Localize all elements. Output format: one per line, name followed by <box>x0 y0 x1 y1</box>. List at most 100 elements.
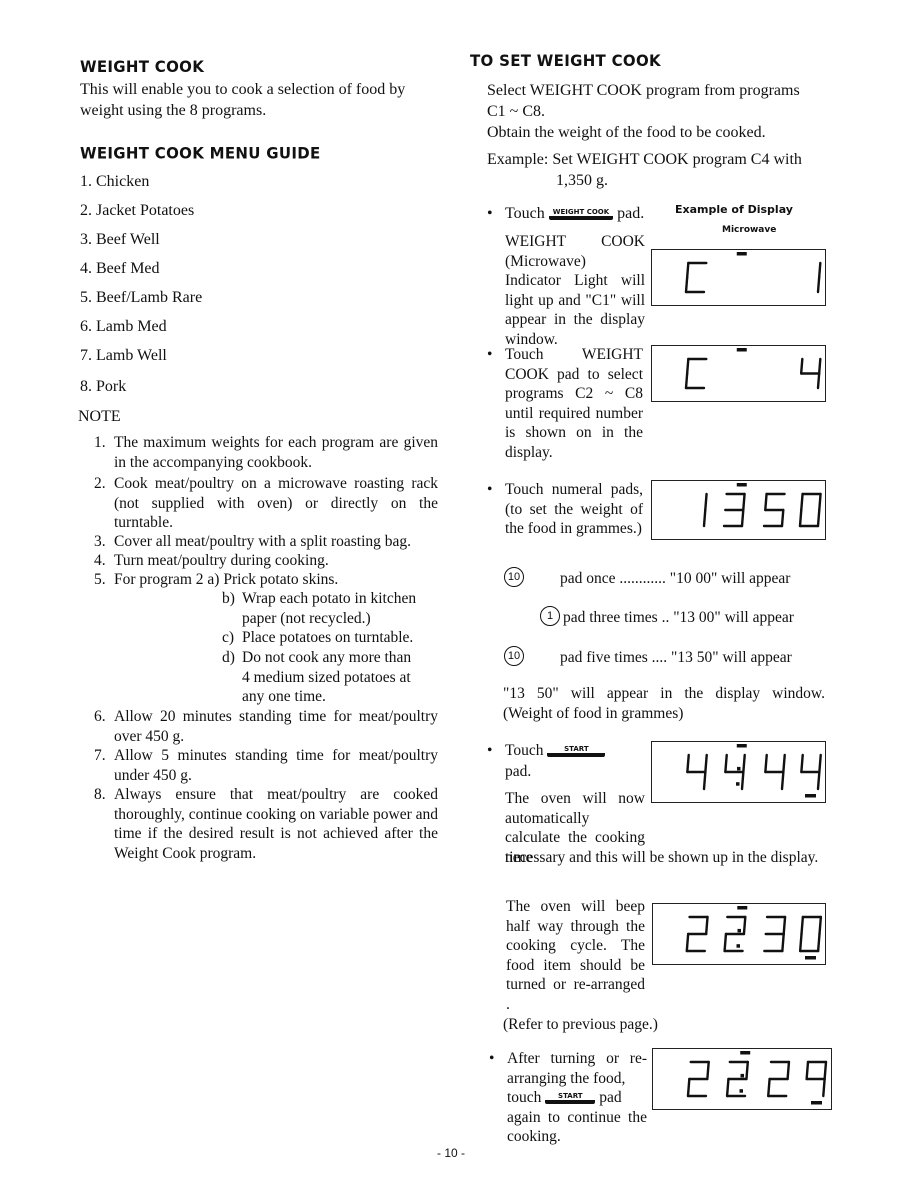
indicator-mark-top <box>736 348 747 352</box>
lcd-segment-f <box>764 753 768 774</box>
menu-label: Jacket Potatoes <box>96 202 195 219</box>
beep-text: The oven will beep half way through the … <box>506 898 645 1013</box>
lcd-segment-e <box>798 932 803 953</box>
lcd-segment-c <box>702 508 707 528</box>
lcd-segment-b <box>817 357 822 375</box>
lcd-segment-b <box>742 492 746 512</box>
colon-dot <box>739 1089 743 1093</box>
note-num: 6. <box>94 708 106 725</box>
lcd-segment-b <box>704 915 709 936</box>
lcd-segment-b <box>704 492 708 512</box>
menu-label: Chicken <box>96 173 150 190</box>
result-line-1: "13 50" will appear in the display windo… <box>503 685 825 702</box>
colon-dot <box>736 782 740 786</box>
menu-label: Lamb Well <box>96 347 167 364</box>
sub-text: Place potatoes on turntable. <box>242 629 414 646</box>
indicator-mark-bottom <box>811 1101 822 1105</box>
note-num: 3. <box>94 533 106 550</box>
note-item: 1. The maximum weights for each program a… <box>94 433 438 472</box>
pad-step-text: pad three times .. "13 00" will appear <box>563 609 794 626</box>
lcd-segment-b <box>782 915 787 936</box>
note-5-sub-item: b) Wrap each potato in kitchen paper (not… <box>222 589 442 628</box>
pad-step-text: pad once ............ "10 00" will appea… <box>560 570 791 587</box>
note-5-sub-item: c) Place potatoes on turntable. <box>222 628 442 648</box>
lcd-segment-b <box>742 753 746 774</box>
lcd-segment-f <box>685 261 690 279</box>
lcd-segment-f <box>799 357 804 375</box>
colon-dot <box>736 944 740 948</box>
lcd-segment-c <box>816 276 821 294</box>
menu-item: 1. Chicken <box>80 173 149 191</box>
weight-cook-heading: WEIGHT COOK <box>80 57 205 77</box>
lcd-segment-c <box>781 932 785 953</box>
result-text: "13 50" will appear in the display windo… <box>503 684 825 723</box>
intro-line-2: weight using the 8 programs. <box>80 102 267 119</box>
lcd-segment-c <box>740 508 745 528</box>
colon-dot <box>740 1073 744 1078</box>
note-item: 6. Allow 20 minutes standing time for mea… <box>94 707 438 746</box>
touch-text: Touch <box>505 742 544 759</box>
pad-text: pad <box>599 1089 622 1106</box>
lcd-segment-b <box>782 753 786 774</box>
step-4-touch: Touch START pad. <box>487 740 606 782</box>
indicator-mark-top <box>736 483 747 487</box>
lcd-segment-b <box>745 1060 750 1081</box>
lcd-segment-e <box>684 276 689 294</box>
indicator-mark-bottom <box>805 956 816 960</box>
example-of-display-caption: Example of Display <box>675 203 793 216</box>
menu-item: 6. Lamb Med <box>80 318 167 336</box>
lcd-segment-e <box>725 1077 730 1098</box>
menu-num: 1. <box>80 173 92 190</box>
pad-10-icon: 10 <box>504 567 524 587</box>
lcd-segment-b <box>818 915 823 936</box>
touch-text: touch <box>507 1089 542 1106</box>
lcd-segment-f <box>764 492 768 512</box>
menu-label: Beef Well <box>96 231 160 248</box>
select-line-2: C1 ~ C8. <box>487 103 545 120</box>
lcd-segment-c <box>816 372 821 390</box>
note-text: Allow 5 minutes standing time for meat/p… <box>114 747 438 784</box>
lcd-segment-e <box>767 1077 771 1098</box>
lcd-display-c4 <box>651 345 826 402</box>
lcd-segment-c <box>702 770 707 791</box>
pad-text: pad. <box>617 205 645 222</box>
note-item: 2. Cook meat/poultry on a microwave roast… <box>94 474 438 533</box>
menu-guide-heading: WEIGHT COOK MENU GUIDE <box>80 143 321 163</box>
touch-text: Touch <box>505 205 545 222</box>
note-text: For program 2 a) Prick potato skins. <box>114 571 339 588</box>
pad-text: pad. <box>505 763 532 780</box>
pad-10-icon: 10 <box>504 646 524 666</box>
menu-label: Lamb Med <box>96 318 167 335</box>
lcd-display-1350 <box>651 480 826 540</box>
to-set-weight-cook-heading: TO SET WEIGHT COOK <box>470 51 661 71</box>
note-item: 7. Allow 5 minutes standing time for meat… <box>94 746 438 785</box>
step-1-touch: Touch WEIGHT COOK pad. <box>487 203 645 224</box>
lcd-display-c1 <box>651 249 826 306</box>
obtain-line: Obtain the weight of the food to be cook… <box>487 124 766 141</box>
menu-item: 8. Pork <box>80 378 126 396</box>
lcd-segment-b <box>818 753 822 774</box>
lcd-segment-f <box>800 492 804 512</box>
note-item: 3. Cover all meat/poultry with a split ro… <box>94 532 438 552</box>
indicator-mark-top <box>736 744 747 748</box>
menu-num: 4. <box>80 260 92 277</box>
lcd-segment-b <box>817 261 822 279</box>
lcd-display-4444 <box>651 741 826 803</box>
step-5-touch-line: touch START pad <box>507 1088 647 1108</box>
step-2-text: Touch WEIGHT COOK pad to select programs… <box>487 345 643 462</box>
lcd-segment-e <box>686 1077 691 1098</box>
colon-dot <box>737 928 741 933</box>
intro-text: This will enable you to cook a selection… <box>80 79 442 121</box>
menu-num: 5. <box>80 289 92 306</box>
select-line-1: Select WEIGHT COOK program from programs <box>487 82 800 99</box>
menu-label: Beef Med <box>96 260 160 277</box>
menu-item: 7. Lamb Well <box>80 347 167 365</box>
select-instructions: Select WEIGHT COOK program from programs… <box>487 80 827 143</box>
sub-text: Do not cook any more than 4 medium sized… <box>242 649 412 705</box>
lcd-display-2229 <box>652 1048 832 1110</box>
lcd-segment-c <box>816 770 821 791</box>
sub-label: d) <box>222 649 235 666</box>
lcd-segment-c <box>816 508 821 528</box>
note-item: 5. For program 2 a) Prick potato skins. <box>94 570 438 590</box>
lcd-segment-e <box>798 508 803 528</box>
